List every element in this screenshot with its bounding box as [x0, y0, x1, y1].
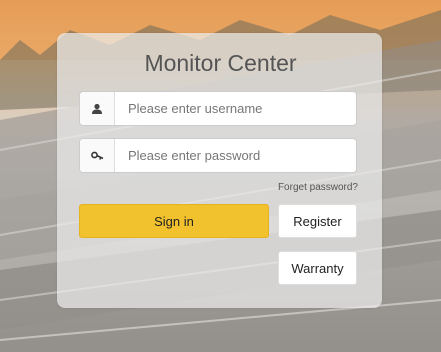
password-input[interactable]	[126, 147, 350, 164]
page-title: Monitor Center	[144, 50, 297, 76]
password-field[interactable]	[79, 138, 357, 173]
key-icon	[80, 139, 115, 172]
username-field[interactable]	[79, 91, 357, 126]
user-icon	[80, 92, 115, 125]
register-button[interactable]: Register	[278, 204, 357, 238]
username-input[interactable]	[126, 100, 350, 117]
warranty-button[interactable]: Warranty	[278, 251, 357, 285]
forget-password-link[interactable]: Forget password?	[278, 182, 358, 193]
sign-in-button[interactable]: Sign in	[79, 204, 269, 238]
